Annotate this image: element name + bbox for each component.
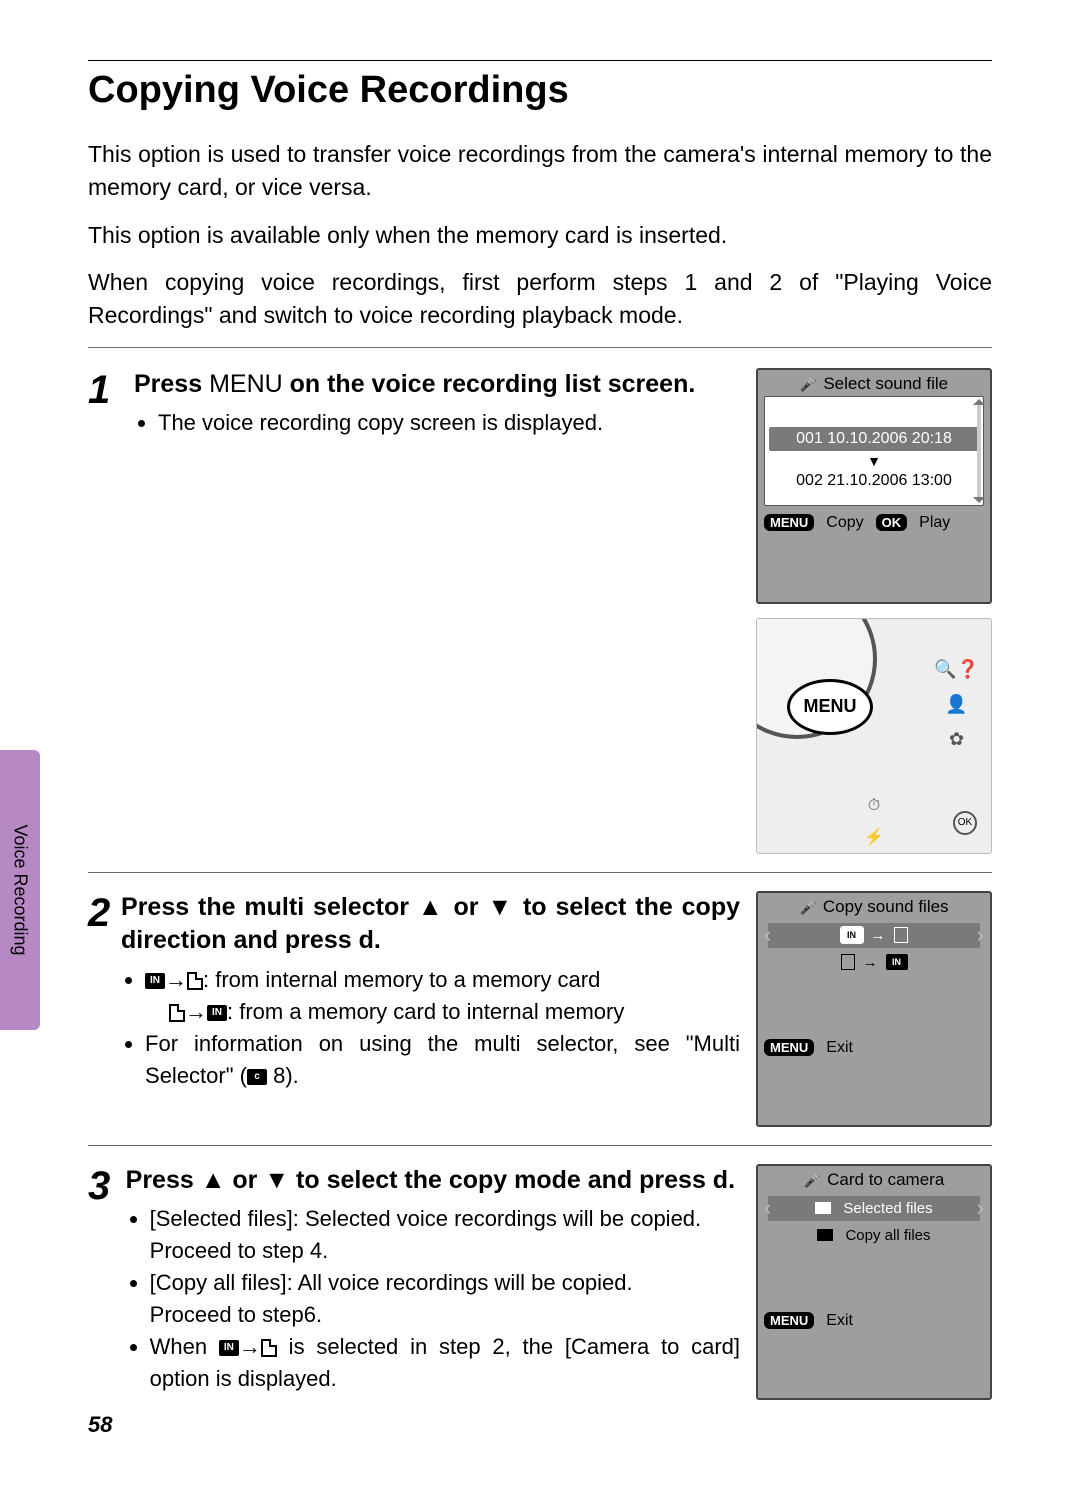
menu-button-callout: MENU bbox=[787, 679, 873, 735]
files-icon bbox=[817, 1229, 833, 1241]
file-row-2: 002 21.10.2006 13:00 bbox=[765, 469, 983, 493]
step-1-title: Press MENU on the voice recording list s… bbox=[134, 368, 740, 402]
timer-icon: ⏱ bbox=[868, 797, 880, 815]
step-3: 3 Press ▲ or ▼ to select the copy mode a… bbox=[88, 1164, 992, 1400]
step-1: 1 Press MENU on the voice recording list… bbox=[88, 368, 992, 854]
section-rule-3 bbox=[88, 1145, 992, 1146]
section-rule-1 bbox=[88, 347, 992, 348]
mic-icon bbox=[799, 897, 816, 917]
ok-pill: OK bbox=[876, 514, 908, 531]
menu-pill: MENU bbox=[764, 1039, 814, 1056]
step-1-bullet-1: The voice recording copy screen is displ… bbox=[158, 407, 740, 439]
scrollbar-icon bbox=[977, 401, 981, 501]
intro-2: This option is available only when the m… bbox=[88, 219, 992, 252]
step-2-bullet-1: IN→: from internal memory to a memory ca… bbox=[145, 964, 740, 1028]
page-title: Copying Voice Recordings bbox=[88, 69, 992, 112]
ok-button-icon: OK bbox=[953, 811, 977, 835]
side-tab-label: Voice Recording bbox=[10, 824, 31, 955]
option-selected-files: Selected files bbox=[768, 1196, 980, 1221]
menu-glyph: MENU bbox=[209, 370, 283, 398]
step-2-bullet-2: For information on using the multi selec… bbox=[145, 1028, 740, 1092]
memory-card-icon bbox=[261, 1339, 277, 1357]
step-3-number: 3 bbox=[88, 1164, 126, 1206]
menu-pill: MENU bbox=[764, 514, 814, 531]
direction-in-to-card: IN → bbox=[768, 923, 980, 948]
internal-memory-icon: IN bbox=[219, 1340, 239, 1356]
intro-1: This option is used to transfer voice re… bbox=[88, 138, 992, 205]
step-2-title: Press the multi selector ▲ or ▼ to selec… bbox=[121, 891, 740, 959]
screen-copy-sound-files: Copy sound files IN → → IN MENU bbox=[756, 891, 992, 1127]
internal-memory-icon: IN bbox=[207, 1005, 227, 1021]
internal-memory-icon: IN bbox=[145, 973, 165, 989]
page-number: 58 bbox=[88, 1412, 112, 1438]
camera-illustration: MENU 🔍❓ 👤 ✿ OK ⚡ ⏱ bbox=[756, 618, 992, 854]
step-3-title: Press ▲ or ▼ to select the copy mode and… bbox=[126, 1164, 740, 1198]
top-rule bbox=[88, 60, 992, 61]
flash-icon: ⚡ bbox=[864, 827, 884, 847]
step-2-number: 2 bbox=[88, 891, 121, 933]
file-row-1: 001 10.10.2006 20:18 bbox=[769, 427, 979, 451]
step-3-bullet-2: [Copy all files]: All voice recordings w… bbox=[150, 1267, 740, 1331]
down-arrow-icon: ▼ bbox=[765, 453, 983, 469]
screen-card-to-camera: Card to camera Selected files Copy all f… bbox=[756, 1164, 992, 1400]
step-3-bullet-3: When IN→ is selected in step 2, the [Cam… bbox=[150, 1331, 740, 1395]
step-1-number: 1 bbox=[88, 368, 134, 410]
memory-card-icon bbox=[187, 972, 203, 990]
page-ref-icon: c bbox=[247, 1069, 267, 1085]
step-2: 2 Press the multi selector ▲ or ▼ to sel… bbox=[88, 891, 992, 1127]
mic-icon bbox=[800, 374, 817, 394]
menu-pill: MENU bbox=[764, 1312, 814, 1329]
files-icon bbox=[815, 1202, 831, 1214]
intro-3: When copying voice recordings, first per… bbox=[88, 266, 992, 333]
memory-card-icon bbox=[169, 1004, 185, 1022]
memory-card-icon bbox=[894, 927, 908, 943]
portrait-icon: 👤 bbox=[945, 694, 967, 715]
screen-select-sound-file: Select sound file 001 10.10.2006 20:18 ▼… bbox=[756, 368, 992, 604]
mic-icon bbox=[804, 1170, 821, 1190]
option-copy-all-files: Copy all files bbox=[764, 1223, 984, 1248]
direction-card-to-in: → IN bbox=[764, 950, 984, 975]
side-tab: Voice Recording bbox=[0, 750, 40, 1030]
step-3-bullet-1: [Selected files]: Selected voice recordi… bbox=[150, 1203, 740, 1267]
macro-icon: ✿ bbox=[949, 729, 964, 750]
memory-card-icon bbox=[841, 954, 855, 970]
section-rule-2 bbox=[88, 872, 992, 873]
zoom-icon: 🔍❓ bbox=[934, 659, 979, 680]
